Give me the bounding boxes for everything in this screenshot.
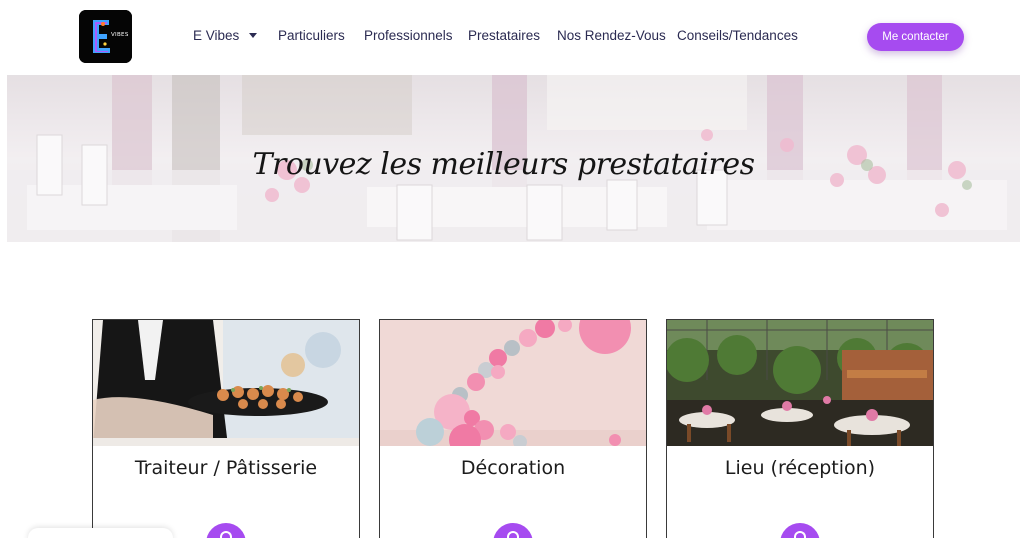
logo-wordmark: VIBES (111, 32, 129, 38)
decoration-icon[interactable] (493, 523, 533, 538)
decoration-image (380, 320, 646, 446)
nav-item-prestataires[interactable]: Prestataires (468, 28, 540, 43)
e-vibes-logo-icon[interactable]: VIBES (79, 10, 132, 63)
card-title: Lieu (réception) (724, 457, 876, 479)
nav-item-professionnels[interactable]: Professionnels (364, 28, 453, 43)
card-lieu-reception[interactable]: Lieu (réception) (666, 319, 934, 538)
card-title: Traiteur / Pâtisserie (134, 457, 318, 479)
nav-item-nos-rendez-vous[interactable]: Nos Rendez-Vous (557, 28, 666, 43)
catering-image (93, 320, 359, 446)
chevron-down-icon (249, 33, 258, 38)
contact-button[interactable]: Me contacter (867, 23, 964, 51)
catering-icon[interactable] (206, 523, 246, 538)
nav-item-label: E Vibes (193, 28, 240, 43)
card-title: Décoration (460, 457, 566, 479)
hero-banner: Trouvez les meilleurs prestataires (7, 75, 1020, 242)
cookie-banner-tab[interactable] (28, 528, 173, 538)
nav-item-e-vibes[interactable]: E Vibes (193, 28, 258, 43)
card-traiteur-patisserie[interactable]: Traiteur / Pâtisserie (92, 319, 360, 538)
nav-item-particuliers[interactable]: Particuliers (278, 28, 345, 43)
nav-item-conseils-tendances[interactable]: Conseils/Tendances (677, 28, 798, 43)
venue-icon[interactable] (780, 523, 820, 538)
hero-title: Trouvez les meilleurs prestataires (252, 147, 755, 182)
site-header: VIBES E Vibes Particuliers Professionnel… (0, 0, 1024, 75)
card-decoration[interactable]: Décoration (379, 319, 647, 538)
venue-image (667, 320, 933, 446)
